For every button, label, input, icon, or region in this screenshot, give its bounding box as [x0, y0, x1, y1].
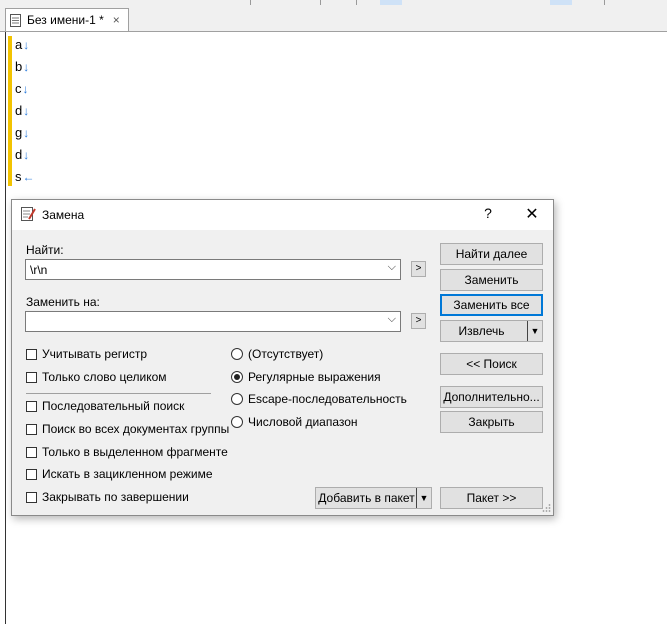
add-to-batch-button[interactable]: Добавить в пакет ▼ — [315, 487, 432, 509]
add-to-batch-label: Добавить в пакет — [318, 491, 415, 505]
mode-escape-radio[interactable]: Escape-последовательность — [231, 391, 407, 407]
dropdown-arrow-icon[interactable]: ▼ — [416, 488, 431, 508]
find-input-value: \r\n — [30, 263, 48, 277]
eol-arrow-icon: ↓ — [23, 104, 30, 118]
replace-input[interactable]: ⌵ — [25, 311, 401, 332]
eol-arrow-icon: ↓ — [22, 82, 29, 96]
replace-label: Заменить на: — [26, 295, 100, 309]
checkbox-box[interactable] — [26, 468, 37, 480]
eol-arrow-icon: ↓ — [23, 148, 30, 162]
more-options-button[interactable]: Дополнительно... — [440, 386, 543, 408]
checkbox-box[interactable] — [26, 371, 37, 383]
dialog-title: Замена — [42, 208, 85, 222]
editor-line: b↓ — [15, 59, 30, 74]
eol-arrow-icon: ↓ — [23, 60, 30, 74]
editor-line: g↓ — [15, 125, 30, 140]
selection-only-checkbox[interactable]: Только в выделенном фрагменте — [26, 444, 228, 460]
checkbox-box[interactable] — [26, 348, 37, 360]
find-insert-button[interactable]: > — [411, 261, 426, 277]
replace-all-button[interactable]: Заменить все — [440, 294, 543, 316]
search-all-docs-checkbox[interactable]: Поиск во всех документах группы — [26, 421, 229, 437]
extract-button[interactable]: Извлечь ▼ — [440, 320, 543, 342]
more-options-label: Дополнительно... — [443, 390, 540, 404]
checkbox-box[interactable] — [26, 400, 37, 412]
resize-grip-icon[interactable] — [541, 503, 551, 513]
sequential-search-checkbox[interactable]: Последовательный поиск — [26, 398, 184, 414]
find-label: Найти: — [26, 243, 64, 257]
replace-button[interactable]: Заменить — [440, 269, 543, 291]
notepad-app-icon — [21, 207, 36, 221]
radio-label: Числовой диапазон — [248, 415, 358, 429]
radio-label: (Отсутствует) — [248, 347, 324, 361]
extract-button-label: Извлечь — [458, 324, 505, 338]
replace-insert-button[interactable]: > — [411, 313, 426, 329]
checkbox-box[interactable] — [26, 491, 37, 503]
find-next-button[interactable]: Найти далее — [440, 243, 543, 265]
radio-circle[interactable] — [231, 348, 243, 360]
eof-arrow-icon: ← — [22, 170, 35, 184]
close-on-finish-checkbox[interactable]: Закрывать по завершении — [26, 489, 189, 505]
eol-arrow-icon: ↓ — [23, 126, 30, 140]
search-toggle-button[interactable]: << Поиск — [440, 353, 543, 375]
chevron-down-icon[interactable]: ⌵ — [388, 313, 396, 326]
dialog-titlebar[interactable]: Замена ? ✕ — [12, 200, 553, 230]
checkbox-box[interactable] — [26, 423, 37, 435]
checkbox-box[interactable] — [26, 446, 37, 458]
checkbox-label: Только слово целиком — [42, 370, 167, 384]
checkbox-label: Искать в зацикленном режиме — [42, 467, 213, 481]
editor-line: s← — [15, 169, 35, 184]
document-tab-strip: Без имени-1 * × — [0, 5, 667, 32]
editor-line: c↓ — [15, 81, 29, 96]
document-icon — [10, 13, 21, 27]
checkbox-label: Поиск во всех документах группы — [42, 422, 230, 436]
match-case-checkbox[interactable]: Учитывать регистр — [26, 346, 147, 362]
help-button[interactable]: ? — [478, 205, 498, 221]
options-divider — [26, 393, 211, 394]
replace-dialog: Замена ? ✕ Найти: \r\n ⌵ > Заменить на: … — [11, 199, 554, 516]
mode-regex-radio[interactable]: Регулярные выражения — [231, 369, 381, 385]
chevron-down-icon[interactable]: ⌵ — [388, 261, 396, 274]
checkbox-label: Закрывать по завершении — [42, 490, 189, 504]
batch-button[interactable]: Пакет >> — [440, 487, 543, 509]
close-dialog-button[interactable]: ✕ — [522, 204, 542, 224]
document-tab[interactable]: Без имени-1 * × — [5, 8, 129, 31]
dropdown-arrow-icon[interactable]: ▼ — [527, 321, 542, 341]
editor-line: a↓ — [15, 37, 30, 52]
editor-line: d↓ — [15, 103, 30, 118]
editor-line: d↓ — [15, 147, 30, 162]
radio-circle[interactable] — [231, 393, 243, 405]
radio-circle[interactable] — [231, 371, 243, 383]
radio-label: Escape-последовательность — [248, 392, 407, 406]
find-input[interactable]: \r\n ⌵ — [25, 259, 401, 280]
checkbox-label: Учитывать регистр — [42, 347, 148, 361]
mode-none-radio[interactable]: (Отсутствует) — [231, 346, 323, 362]
close-button[interactable]: Закрыть — [440, 411, 543, 433]
mode-numeric-range-radio[interactable]: Числовой диапазон — [231, 414, 358, 430]
radio-circle[interactable] — [231, 416, 243, 428]
checkbox-label: Последовательный поиск — [42, 399, 185, 413]
radio-label: Регулярные выражения — [248, 370, 381, 384]
change-marker-gutter — [8, 36, 12, 186]
editor-margin-line — [5, 32, 6, 624]
eol-arrow-icon: ↓ — [23, 38, 30, 52]
close-tab-icon[interactable]: × — [113, 13, 120, 27]
whole-word-checkbox[interactable]: Только слово целиком — [26, 369, 167, 385]
document-tab-title: Без имени-1 * — [27, 13, 104, 27]
wrap-around-checkbox[interactable]: Искать в зацикленном режиме — [26, 466, 213, 482]
checkbox-label: Только в выделенном фрагменте — [42, 445, 228, 459]
